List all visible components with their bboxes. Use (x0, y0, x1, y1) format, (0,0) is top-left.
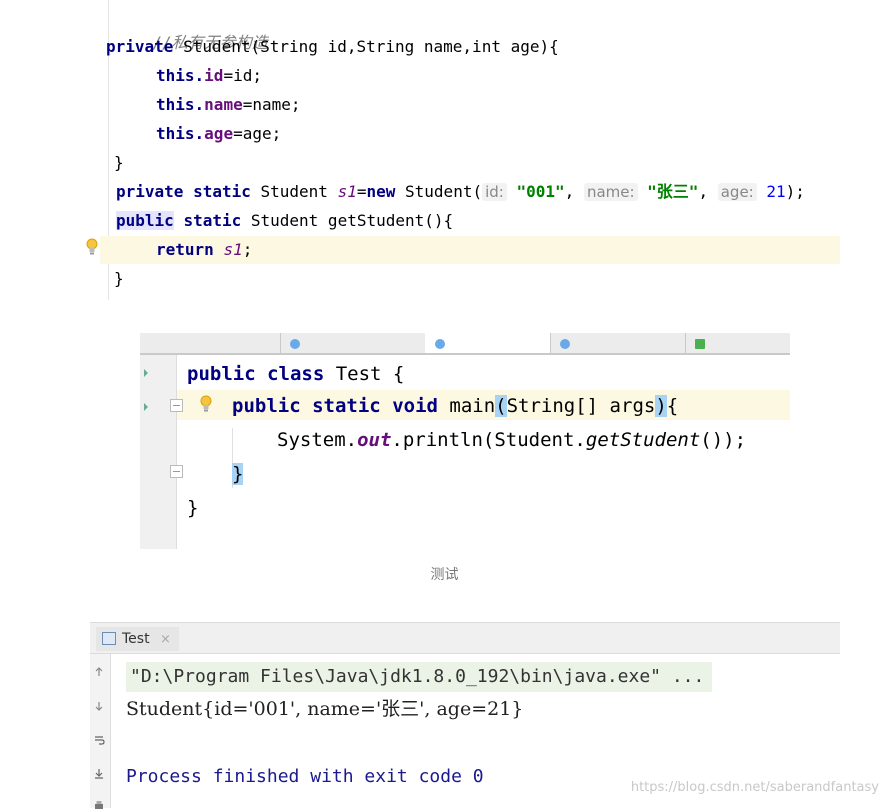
param-hint-age: age: (717, 183, 757, 201)
keyword-this: this. (156, 124, 205, 143)
close-icon[interactable]: × (160, 632, 171, 647)
keyword-public: public (187, 363, 256, 385)
static-field-line: private static Student s1=new Student(id… (116, 179, 805, 205)
run-tool-header: Test × (90, 622, 840, 654)
constructor-signature: private Student(String id,String name,in… (106, 34, 559, 60)
println-line: System.out.println(Student.getStudent())… (277, 425, 746, 455)
keyword-class: class (267, 363, 325, 385)
watermark: https://blog.csdn.net/saberandfantasy (630, 780, 879, 795)
editor-tab-bar (140, 333, 790, 355)
keyword-public: public (232, 395, 301, 417)
keyword-void: void (392, 395, 438, 417)
print-icon[interactable] (93, 800, 105, 812)
type-name: Student (250, 182, 338, 201)
assign-id-line: this.id=id; (156, 63, 262, 89)
param-hint-name: name: (583, 183, 638, 201)
field-age: age (204, 124, 234, 143)
assign-value: =age; (233, 124, 282, 143)
class-declaration: public class Test { (187, 359, 404, 389)
console-icon (102, 632, 116, 645)
comma: , (698, 182, 709, 201)
file-icon (695, 339, 705, 349)
assign-age-line: this.age=age; (156, 121, 281, 147)
editor-tab-active[interactable] (425, 333, 551, 353)
image-caption: 测试 (430, 567, 459, 583)
scroll-up-icon[interactable] (93, 666, 105, 678)
brace-match: } (232, 463, 244, 485)
semicolon: ; (242, 240, 253, 259)
keyword-static: static (183, 211, 242, 230)
editor-gutter (140, 355, 177, 549)
paren-match: ) (655, 395, 667, 417)
arg-name: "张三" (647, 182, 699, 201)
wrap-icon[interactable] (93, 734, 105, 746)
comma: , (564, 182, 575, 201)
arg-id: "001" (516, 182, 565, 201)
method-rest: Student getStudent(){ (241, 211, 454, 230)
get-student-call: getStudent (585, 429, 701, 451)
code-panel-test: public class Test { public static void m… (140, 333, 790, 549)
closing-brace: } (114, 153, 124, 172)
keyword-return: return (156, 240, 214, 259)
keyword-static: static (193, 182, 251, 201)
class-closing-brace: } (187, 497, 199, 519)
run-tab-label: Test (122, 631, 150, 647)
scroll-down-icon[interactable] (93, 700, 105, 712)
code-panel-student: //私有无参构造 private Student(String id,Strin… (0, 0, 889, 300)
open-brace: { (666, 395, 679, 417)
system-class: System. (277, 429, 358, 451)
paren-match: ( (495, 395, 507, 417)
run-arrow-icon[interactable] (144, 369, 148, 377)
closing-brace: } (114, 269, 124, 288)
field-name: name (204, 95, 243, 114)
scroll-to-end-icon[interactable] (93, 768, 105, 780)
assign-name-line: this.name=name; (156, 92, 301, 118)
java-class-icon (290, 339, 300, 349)
run-arrow-icon[interactable] (144, 403, 148, 411)
keyword-new: new (366, 182, 396, 201)
return-line: return s1; (156, 237, 252, 263)
arg-age: 21 (766, 182, 786, 201)
lightbulb-icon[interactable] (200, 395, 212, 413)
call-end: ()); (700, 429, 747, 451)
param-hint-id: id: (482, 183, 507, 201)
fold-icon[interactable] (170, 399, 183, 412)
keyword-private: private (106, 37, 174, 56)
call-end: ); (785, 182, 805, 201)
java-class-icon (435, 339, 445, 349)
assign-value: =id; (223, 66, 262, 85)
field-id: id (204, 66, 224, 85)
editor-tab[interactable] (685, 333, 790, 353)
keyword-static: static (312, 395, 381, 417)
editor-tab[interactable] (280, 333, 426, 353)
editor-tab[interactable] (550, 333, 686, 353)
field-out: out (357, 429, 392, 451)
assign-value: =name; (242, 95, 301, 114)
constructor-rest: Student(String id,String name,int age){ (173, 37, 559, 56)
console-exit-line: Process finished with exit code 0 (126, 766, 484, 787)
run-tab-test[interactable]: Test × (96, 627, 179, 651)
console-toolbar (90, 654, 111, 809)
comment-line: //私有无参构造 (114, 4, 268, 52)
console-output-line: Student{id='001', name='张三', age=21} (126, 698, 524, 720)
main-closing-brace: } (232, 459, 244, 489)
constructor-call: Student( (395, 182, 483, 201)
keyword-this: this. (156, 66, 205, 85)
method-params: String[] args (506, 395, 656, 417)
console-command-line: "D:\Program Files\Java\jdk1.8.0_192\bin\… (126, 662, 713, 692)
keyword-private: private (116, 182, 184, 201)
class-name: Test { (324, 363, 405, 385)
println-call: .println(Student. (391, 429, 586, 451)
var-s1: s1 (223, 240, 243, 259)
get-student-signature: public static Student getStudent(){ (116, 208, 453, 234)
main-signature: public static void main(String[] args){ (232, 391, 678, 421)
fold-icon[interactable] (170, 465, 183, 478)
keyword-this: this. (156, 95, 205, 114)
keyword-public: public (116, 211, 174, 230)
java-class-icon (560, 339, 570, 349)
method-name: main (437, 395, 496, 417)
lightbulb-icon[interactable] (86, 238, 98, 256)
var-s1: s1 (337, 182, 357, 201)
editor-tab[interactable] (140, 333, 281, 353)
